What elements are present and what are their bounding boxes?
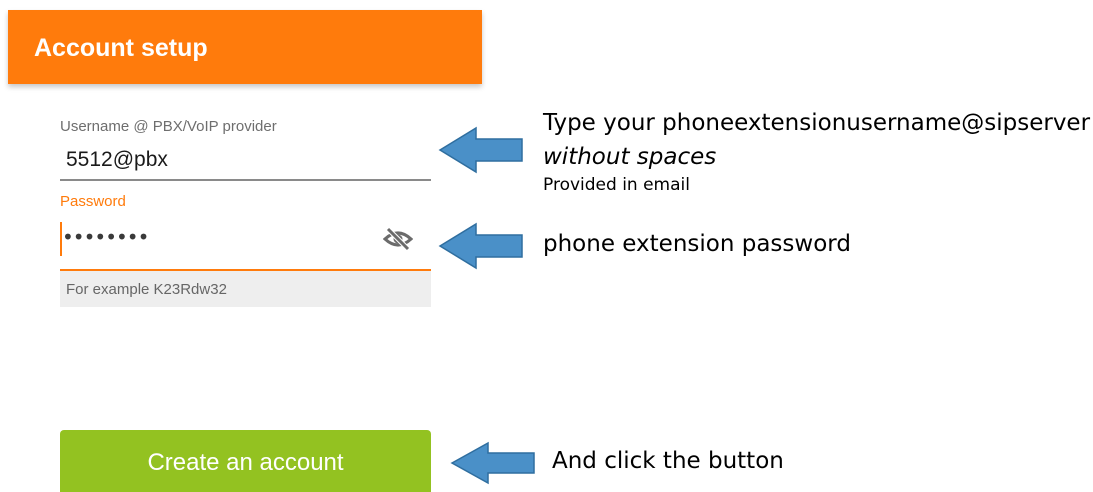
password-label: Password <box>60 193 126 210</box>
password-hint: For example K23Rdw32 <box>66 281 227 298</box>
username-label: Username @ PBX/VoIP provider <box>60 118 277 135</box>
username-instruction-spaces: without spaces <box>543 144 717 170</box>
password-instruction: phone extension password <box>543 231 851 257</box>
app-header: Account setup <box>8 10 482 84</box>
arrow-left-icon <box>450 441 535 485</box>
arrow-left-icon <box>438 126 523 174</box>
arrow-left-icon <box>438 222 523 270</box>
password-hint-box: For example K23Rdw32 <box>60 271 431 307</box>
create-account-label: Create an account <box>147 449 344 476</box>
create-account-button[interactable]: Create an account <box>60 430 431 492</box>
username-input[interactable]: 5512@pbx <box>66 148 168 172</box>
eye-off-icon[interactable] <box>382 226 414 252</box>
username-underline <box>60 179 431 181</box>
username-instruction-source: Provided in email <box>543 175 690 195</box>
page-title: Account setup <box>34 34 208 62</box>
username-instruction: Type your phoneextensionusername@sipserv… <box>543 110 1091 136</box>
button-instruction: And click the button <box>552 448 784 474</box>
password-input[interactable]: •••••••• <box>62 225 149 249</box>
